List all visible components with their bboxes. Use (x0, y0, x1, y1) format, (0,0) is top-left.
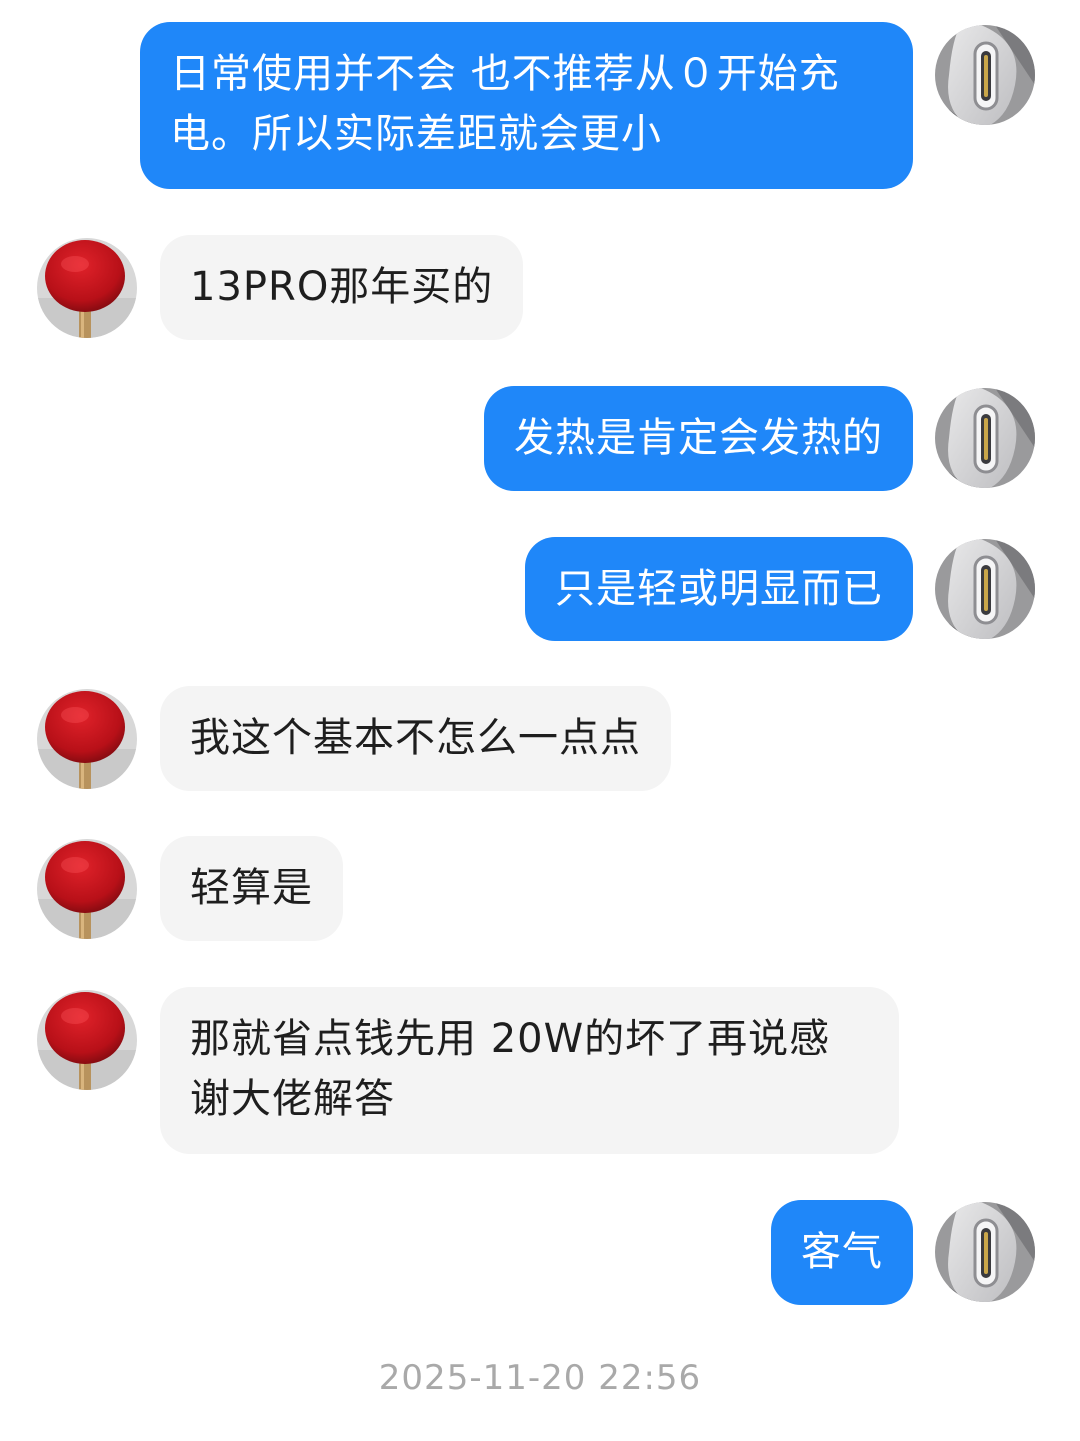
contact-avatar[interactable] (37, 839, 137, 939)
message-bubble-other[interactable]: 13PRO那年买的 (160, 235, 524, 340)
my-avatar[interactable] (935, 25, 1035, 125)
my-avatar[interactable] (935, 539, 1035, 639)
usb-c-port-icon (935, 388, 1035, 488)
ping-pong-paddle-icon (37, 689, 137, 789)
my-avatar[interactable] (935, 1202, 1035, 1302)
contact-avatar[interactable] (37, 238, 137, 338)
message-bubble-mine[interactable]: 发热是肯定会发热的 (484, 386, 913, 491)
message-bubble-other[interactable]: 那就省点钱先用 20W的坏了再说感谢大佬解答 (160, 987, 899, 1154)
contact-avatar[interactable] (37, 990, 137, 1090)
usb-c-port-icon (935, 1202, 1035, 1302)
chat-timestamp: 2025-11-20 22:56 (378, 1358, 702, 1398)
message-bubble-mine[interactable]: 客气 (771, 1200, 913, 1305)
ping-pong-paddle-icon (37, 990, 137, 1090)
contact-avatar[interactable] (37, 689, 137, 789)
ping-pong-paddle-icon (37, 839, 137, 939)
usb-c-port-icon (935, 539, 1035, 639)
message-bubble-mine[interactable]: 只是轻或明显而已 (525, 537, 913, 641)
usb-c-port-icon (935, 25, 1035, 125)
message-bubble-mine[interactable]: 日常使用并不会 也不推荐从０开始充电。所以实际差距就会更小 (140, 22, 913, 189)
my-avatar[interactable] (935, 388, 1035, 488)
message-bubble-other[interactable]: 轻算是 (160, 836, 343, 941)
ping-pong-paddle-icon (37, 238, 137, 338)
chat-screen: { "messages": [ {"sender": "me", "text":… (0, 0, 1080, 1441)
message-bubble-other[interactable]: 我这个基本不怎么一点点 (160, 686, 671, 791)
